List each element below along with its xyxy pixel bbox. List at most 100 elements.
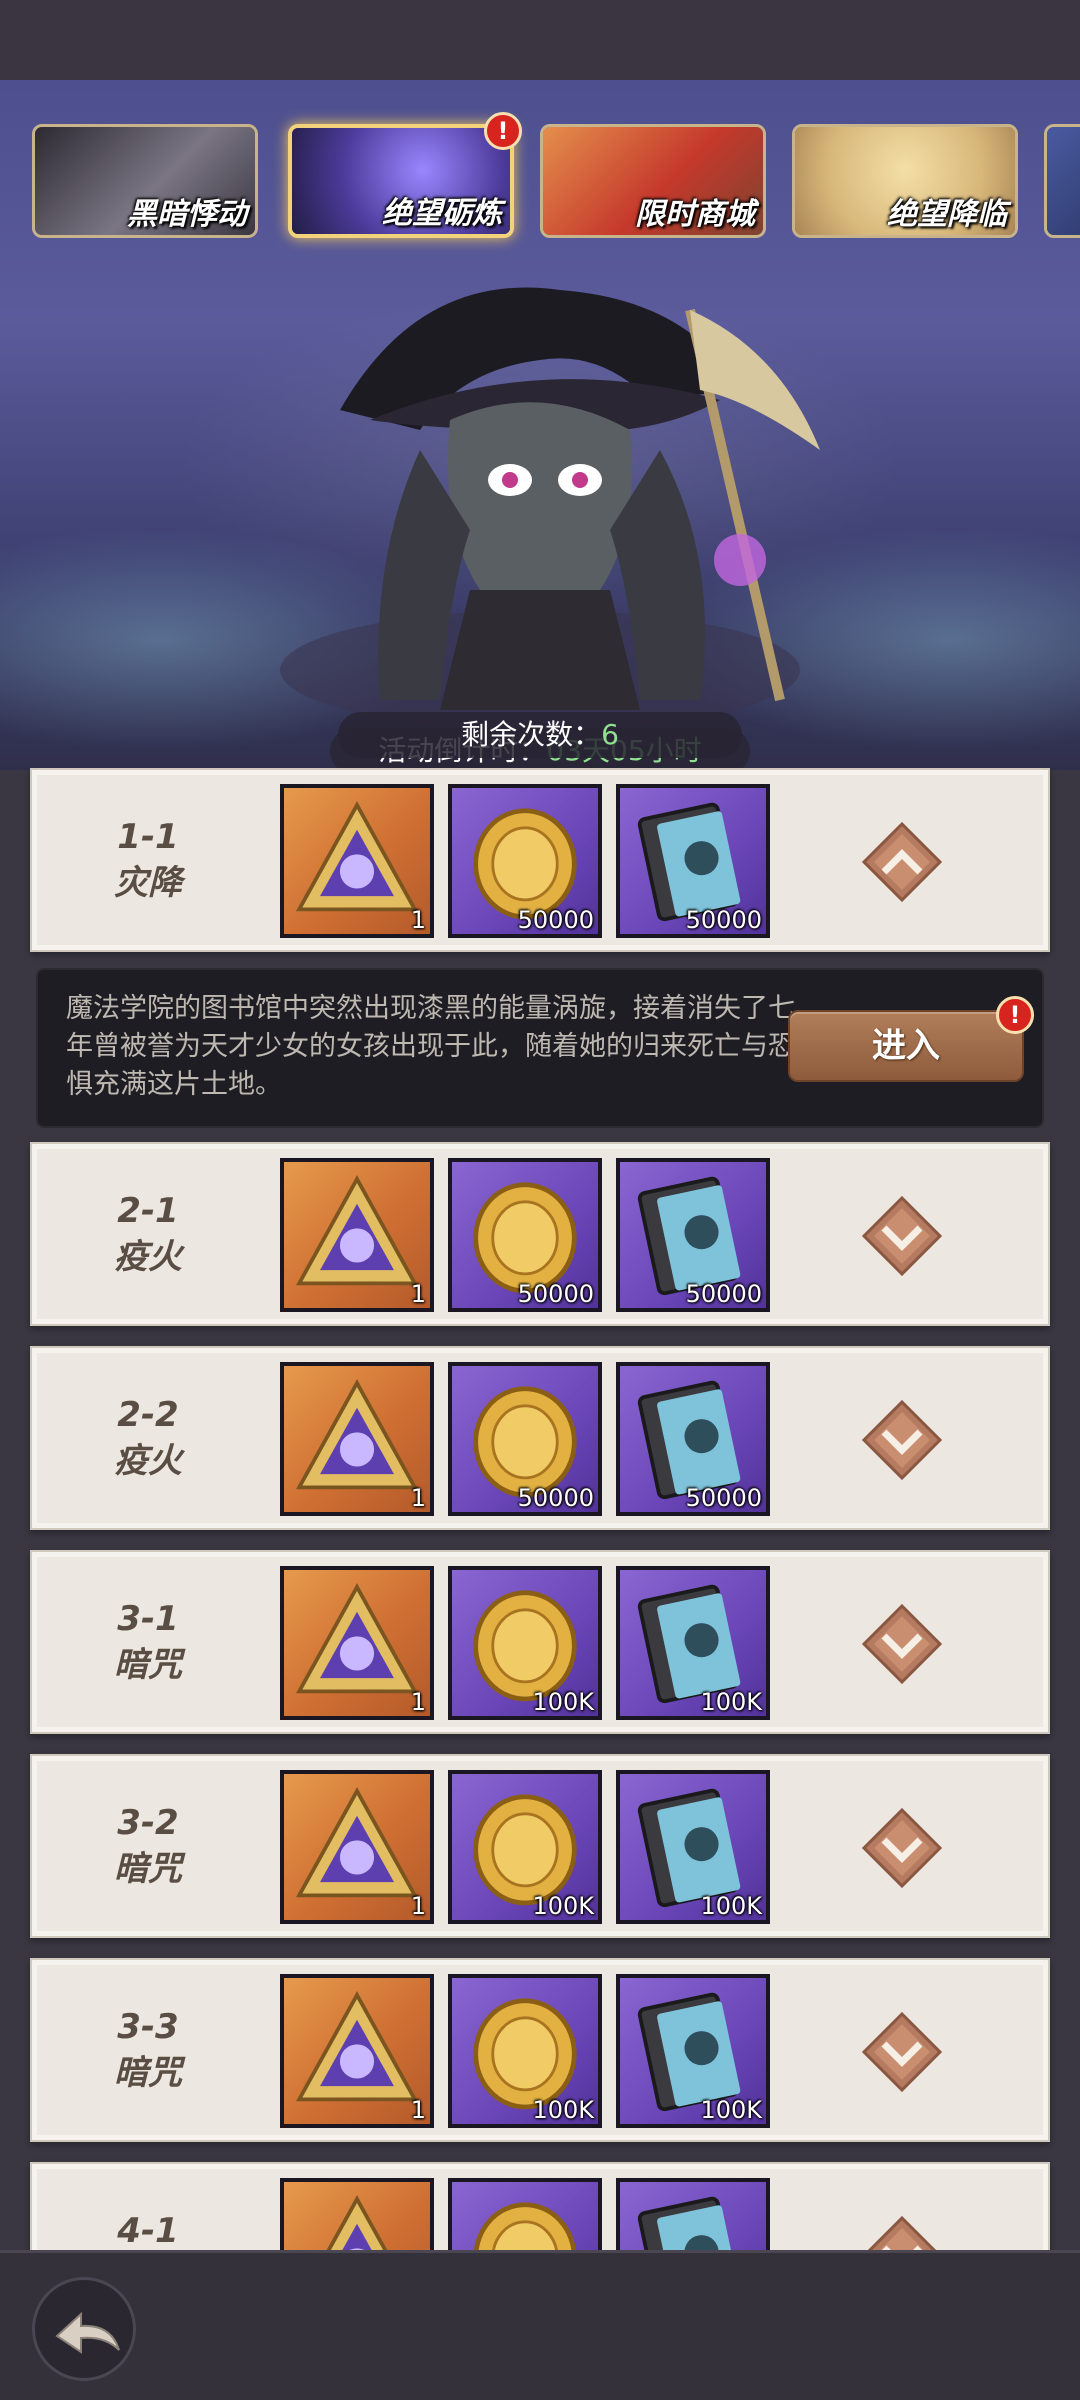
chevron-up-icon: [861, 821, 943, 903]
stage-number: 2-2: [117, 1395, 179, 1435]
chevron-down-icon: [867, 2215, 937, 2250]
stage-number: 3-1: [117, 1599, 179, 1639]
gold-coin-icon[interactable]: 100K: [448, 1770, 602, 1924]
dark-triangle-emblem-icon[interactable]: 1: [280, 1158, 434, 1312]
stage-title: 1-1 灾降: [68, 814, 228, 906]
reward-count: 1: [410, 1688, 426, 1716]
reward-count: 50000: [517, 906, 594, 934]
stage-name: 疫火: [114, 1237, 182, 1277]
stage-number: 1-1: [117, 817, 179, 857]
stage-row[interactable]: 2-1 疫火 1 50000 50000: [30, 1142, 1050, 1326]
fist-card-icon[interactable]: 100K: [616, 1566, 770, 1720]
stage-description: 魔法学院的图书馆中突然出现漆黑的能量涡旋，接着消失了七年曾被誉为天才少女的女孩出…: [66, 993, 795, 1100]
stage-number: 3-3: [117, 2007, 179, 2047]
back-arrow-icon: [55, 2311, 120, 2354]
remaining-label: 剩余次数：: [461, 718, 602, 751]
stage-name: 暗咒: [114, 1645, 182, 1685]
stage-title: 2-2 疫火: [68, 1392, 228, 1484]
reward-count: 100K: [700, 1892, 762, 1920]
dark-triangle-emblem-icon[interactable]: [280, 2178, 434, 2250]
status-bar: [0, 0, 1080, 80]
tab-label: 限时商城: [635, 197, 755, 232]
stage-row[interactable]: 1-1 灾降 1 50000 50000: [30, 768, 1050, 952]
fist-card-icon[interactable]: [616, 2178, 770, 2250]
dark-triangle-emblem-icon[interactable]: 1: [280, 784, 434, 938]
chevron-down-icon: [861, 1195, 943, 1277]
reward-count: 1: [410, 2096, 426, 2124]
fist-card-icon[interactable]: 50000: [616, 1158, 770, 1312]
stage-title: 4-1: [68, 2208, 228, 2250]
tab-despair-trial[interactable]: 绝望砺炼: [288, 124, 514, 238]
event-character-art: [280, 287, 820, 730]
stage-row[interactable]: 3-3 暗咒 1 100K 100K: [30, 1958, 1050, 2142]
tab-label: 绝望降临: [887, 197, 1007, 232]
gold-coin-icon[interactable]: 100K: [448, 1566, 602, 1720]
tab-dark-throb[interactable]: 黑暗悸动: [32, 124, 258, 238]
dark-triangle-emblem-icon[interactable]: 1: [280, 1770, 434, 1924]
reward-count: 50000: [685, 1484, 762, 1512]
reward-count: 100K: [700, 2096, 762, 2124]
reward-count: 1: [410, 1280, 426, 1308]
expand-button[interactable]: [860, 1398, 944, 1482]
tab-limited-shop[interactable]: 限时商城: [540, 124, 766, 238]
stage-row[interactable]: 3-1 暗咒 1 100K 100K: [30, 1550, 1050, 1734]
chevron-down-icon: [861, 1399, 943, 1481]
reward-count: 100K: [532, 1688, 594, 1716]
stage-name: 暗咒: [114, 2053, 182, 2093]
reward-count: 50000: [517, 1280, 594, 1308]
gold-coin-icon[interactable]: [448, 2178, 602, 2250]
stage-name: 灾降: [114, 863, 182, 903]
gold-coin-icon[interactable]: 50000: [448, 784, 602, 938]
reward-count: 1: [410, 906, 426, 934]
gold-coin-icon[interactable]: 100K: [448, 1974, 602, 2128]
dark-triangle-emblem-icon[interactable]: 1: [280, 1974, 434, 2128]
reward-count: 100K: [700, 1688, 762, 1716]
collapse-button[interactable]: [860, 820, 944, 904]
stage-title: 3-2 暗咒: [68, 1800, 228, 1892]
chevron-down-icon: [861, 1807, 943, 1889]
back-button[interactable]: [32, 2277, 136, 2381]
reward-count: 50000: [685, 1280, 762, 1308]
stage-name: 疫火: [114, 1441, 182, 1481]
tab-label: 绝望砺炼: [382, 196, 502, 231]
remaining-attempts: 剩余次数：6: [338, 712, 742, 758]
expand-button[interactable]: [860, 1806, 944, 1890]
stage-detail-panel: 魔法学院的图书馆中突然出现漆黑的能量涡旋，接着消失了七年曾被誉为天才少女的女孩出…: [38, 970, 1042, 1126]
stage-title: 2-1 疫火: [68, 1188, 228, 1280]
expand-button[interactable]: [860, 2010, 944, 2094]
expand-button[interactable]: [860, 2214, 944, 2250]
fist-card-icon[interactable]: 50000: [616, 1362, 770, 1516]
bottom-bar: [0, 2250, 1080, 2400]
fist-card-icon[interactable]: 100K: [616, 1974, 770, 2128]
chevron-down-icon: [861, 2011, 943, 2093]
gold-coin-icon[interactable]: 50000: [448, 1158, 602, 1312]
stage-row[interactable]: 3-2 暗咒 1 100K 100K: [30, 1754, 1050, 1938]
tab-more[interactable]: [1044, 124, 1080, 238]
dark-triangle-emblem-icon[interactable]: 1: [280, 1566, 434, 1720]
enter-button[interactable]: 进入: [788, 1010, 1024, 1082]
stage-number: 3-2: [117, 1803, 179, 1843]
event-tab-strip: 黑暗悸动 绝望砺炼 ! 限时商城 绝望降临: [32, 112, 1080, 244]
stage-row[interactable]: 2-2 疫火 1 50000 50000: [30, 1346, 1050, 1530]
stage-number: 2-1: [117, 1191, 179, 1231]
tab-label: 黑暗悸动: [127, 197, 247, 232]
tab-despair-descends[interactable]: 绝望降临: [792, 124, 1018, 238]
expand-button[interactable]: [860, 1602, 944, 1686]
dark-triangle-emblem-icon[interactable]: 1: [280, 1362, 434, 1516]
stage-number: 4-1: [117, 2211, 179, 2250]
reward-count: 1: [410, 1892, 426, 1920]
chevron-down-icon: [861, 1603, 943, 1685]
event-banner: 黑暗悸动 绝望砺炼 ! 限时商城 绝望降临 活动倒计时：03天05小时: [0, 80, 1080, 770]
reward-count: 1: [410, 1484, 426, 1512]
remaining-value: 6: [601, 718, 619, 751]
expand-button[interactable]: [860, 1194, 944, 1278]
reward-count: 50000: [517, 1484, 594, 1512]
tab-art: [1047, 127, 1080, 235]
stage-title: 3-3 暗咒: [68, 2004, 228, 2096]
fist-card-icon[interactable]: 50000: [616, 784, 770, 938]
stage-row[interactable]: 4-1: [30, 2162, 1050, 2250]
tab-alert-badge: !: [484, 112, 522, 150]
fist-card-icon[interactable]: 100K: [616, 1770, 770, 1924]
enter-alert-badge: !: [996, 996, 1034, 1034]
gold-coin-icon[interactable]: 50000: [448, 1362, 602, 1516]
